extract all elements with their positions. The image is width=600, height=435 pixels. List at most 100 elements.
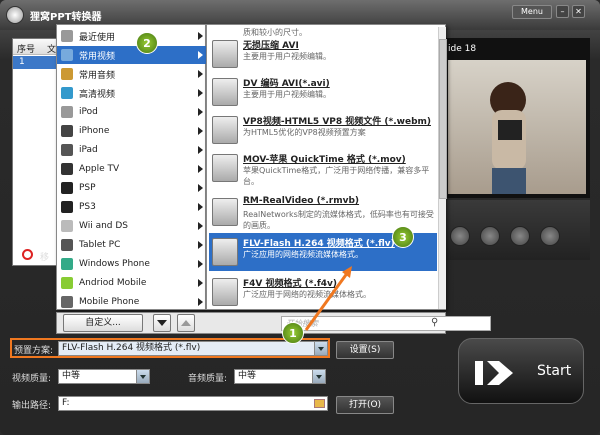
audio-quality-value: 中等: [238, 371, 257, 381]
next-icon[interactable]: [510, 226, 530, 246]
menu-item-android[interactable]: Andriod Mobile: [57, 274, 207, 292]
chevron-right-icon: [198, 260, 203, 268]
format-desc: 广泛应用的网络视频流媒体格式。: [243, 250, 363, 259]
apple-tv-icon: [61, 163, 73, 175]
menu-item-label: iPod: [79, 107, 98, 117]
format-item[interactable]: 无损压缩 AVI 主要用于用户视频编辑。: [209, 35, 437, 73]
app-window: 狸窝PPT转换器 Menu – ✕ 序号 文 1 ide 18 移 最近使用 常…: [0, 0, 600, 435]
menu-item-windows-phone[interactable]: Windows Phone: [57, 255, 207, 273]
format-title: 无损压缩 AVI: [243, 41, 299, 51]
menu-item-recent[interactable]: 最近使用: [57, 27, 207, 45]
triangle-down-icon: [157, 320, 167, 326]
chevron-right-icon: [198, 70, 203, 78]
menu-item-tablet-pc[interactable]: Tablet PC: [57, 236, 207, 254]
chevron-right-icon: [198, 146, 203, 154]
menu-item-mobile-phone[interactable]: Mobile Phone: [57, 293, 207, 311]
chevron-down-icon[interactable]: [136, 370, 149, 383]
menu-item-apple-tv[interactable]: Apple TV: [57, 160, 207, 178]
search-icon[interactable]: ⚲: [431, 317, 438, 328]
prev-icon[interactable]: [450, 226, 470, 246]
flv-icon: [212, 238, 238, 266]
film-icon: [212, 40, 238, 68]
chevron-down-icon[interactable]: [312, 370, 325, 383]
format-title: F4V 视频格式 (*.f4v): [243, 279, 338, 289]
app-logo-icon: [6, 6, 24, 24]
triangle-up-icon: [181, 320, 191, 326]
quicktime-icon: [212, 154, 238, 182]
format-title: FLV-Flash H.264 视频格式 (*.flv): [243, 239, 395, 249]
windows-phone-icon: [61, 258, 73, 270]
menu-item-label: iPhone: [79, 126, 110, 136]
custom-button[interactable]: 自定义...: [63, 314, 143, 332]
video-quality-value: 中等: [62, 371, 81, 381]
menu-item-label: PSP: [79, 183, 96, 193]
menu-item-label: Tablet PC: [79, 240, 121, 250]
format-desc: 广泛应用于网络的视频流媒体格式。: [243, 290, 371, 299]
move-down-button[interactable]: [153, 314, 171, 332]
menu-button[interactable]: Menu: [512, 5, 552, 19]
preset-label: 预置方案:: [14, 346, 54, 356]
format-item[interactable]: DV 编码 AVI(*.avi) 主要用于用户视频编辑。: [209, 73, 437, 111]
menu-item-common-video[interactable]: 常用视频: [57, 46, 207, 64]
search-input[interactable]: 开始搜索: [281, 316, 491, 331]
format-item[interactable]: VP8视频-HTML5 VP8 视频文件 (*.webm) 为HTML5优化的VP…: [209, 111, 437, 149]
minimize-icon[interactable]: –: [556, 5, 569, 18]
video-quality-select[interactable]: 中等: [58, 369, 150, 384]
audio-quality-label: 音频质量:: [188, 374, 228, 384]
play-icon[interactable]: [480, 226, 500, 246]
film-icon: [212, 116, 238, 144]
format-title: RM-RealVideo (*.rmvb): [243, 196, 360, 206]
android-icon: [61, 277, 73, 289]
menu-item-wii[interactable]: Wii and DS: [57, 217, 207, 235]
format-item[interactable]: F4V 视频格式 (*.f4v) 广泛应用于网络的视频流媒体格式。: [209, 273, 437, 311]
chevron-right-icon: [198, 108, 203, 116]
output-path-label: 输出路径:: [12, 401, 52, 411]
preset-combo[interactable]: FLV-Flash H.264 视频格式 (*.flv): [58, 341, 328, 356]
tablet-icon: [61, 239, 73, 251]
move-up-button[interactable]: [177, 314, 195, 332]
format-scrollbar[interactable]: [438, 27, 447, 309]
menu-item-label: 最近使用: [79, 32, 116, 43]
menu-item-hd-video[interactable]: 高清视频: [57, 84, 207, 102]
format-item[interactable]: MOV-苹果 QuickTime 格式 (*.mov) 苹果QuickTime格式…: [209, 149, 437, 187]
stop-icon[interactable]: [540, 226, 560, 246]
chevron-right-icon: [198, 165, 203, 173]
menu-item-ipad[interactable]: iPad: [57, 141, 207, 159]
category-menu: 最近使用 常用视频 常用音频 高清视频 iPod iPhone iPad App…: [56, 24, 207, 311]
output-path-input[interactable]: F:: [58, 396, 328, 411]
menu-item-label: 常用视频: [79, 51, 116, 62]
format-desc: 为HTML5优化的VP8视频预置方案: [243, 128, 366, 137]
format-title: MOV-苹果 QuickTime 格式 (*.mov): [243, 155, 406, 165]
remove-label[interactable]: 移: [40, 250, 49, 263]
menu-item-label: Apple TV: [79, 164, 120, 174]
scroll-thumb[interactable]: [439, 39, 447, 199]
close-icon[interactable]: ✕: [572, 5, 585, 18]
ipod-icon: [61, 106, 73, 118]
wii-icon: [61, 220, 73, 232]
start-label: Start: [537, 363, 572, 379]
open-button[interactable]: 打开(O): [336, 396, 394, 414]
menu-item-label: 常用音频: [79, 70, 116, 81]
format-title: VP8视频-HTML5 VP8 视频文件 (*.webm): [243, 117, 431, 127]
settings-button[interactable]: 设置(S): [336, 341, 394, 359]
start-button[interactable]: Start: [458, 338, 584, 404]
chevron-right-icon: [198, 127, 203, 135]
chevron-down-icon[interactable]: [314, 342, 327, 355]
audio-quality-select[interactable]: 中等: [234, 369, 326, 384]
chevron-right-icon: [198, 51, 203, 59]
row-no: 1: [19, 57, 25, 67]
app-title: 狸窝PPT转换器: [30, 12, 102, 23]
audio-icon: [61, 68, 73, 80]
format-desc: 苹果QuickTime格式，广泛用于网络传播，兼容多平台。: [243, 166, 430, 186]
format-menu: 质和较小的尺寸。 无损压缩 AVI 主要用于用户视频编辑。 DV 编码 AVI(*…: [206, 24, 447, 311]
menu-item-ps3[interactable]: PS3: [57, 198, 207, 216]
real-video-icon: [212, 198, 238, 226]
menu-item-ipod[interactable]: iPod: [57, 103, 207, 121]
remove-icon[interactable]: [22, 249, 33, 260]
hd-icon: [61, 87, 73, 99]
folder-icon[interactable]: [314, 399, 325, 408]
step-badge-1: 1: [282, 322, 304, 344]
menu-item-iphone[interactable]: iPhone: [57, 122, 207, 140]
menu-item-common-audio[interactable]: 常用音频: [57, 65, 207, 83]
menu-item-psp[interactable]: PSP: [57, 179, 207, 197]
